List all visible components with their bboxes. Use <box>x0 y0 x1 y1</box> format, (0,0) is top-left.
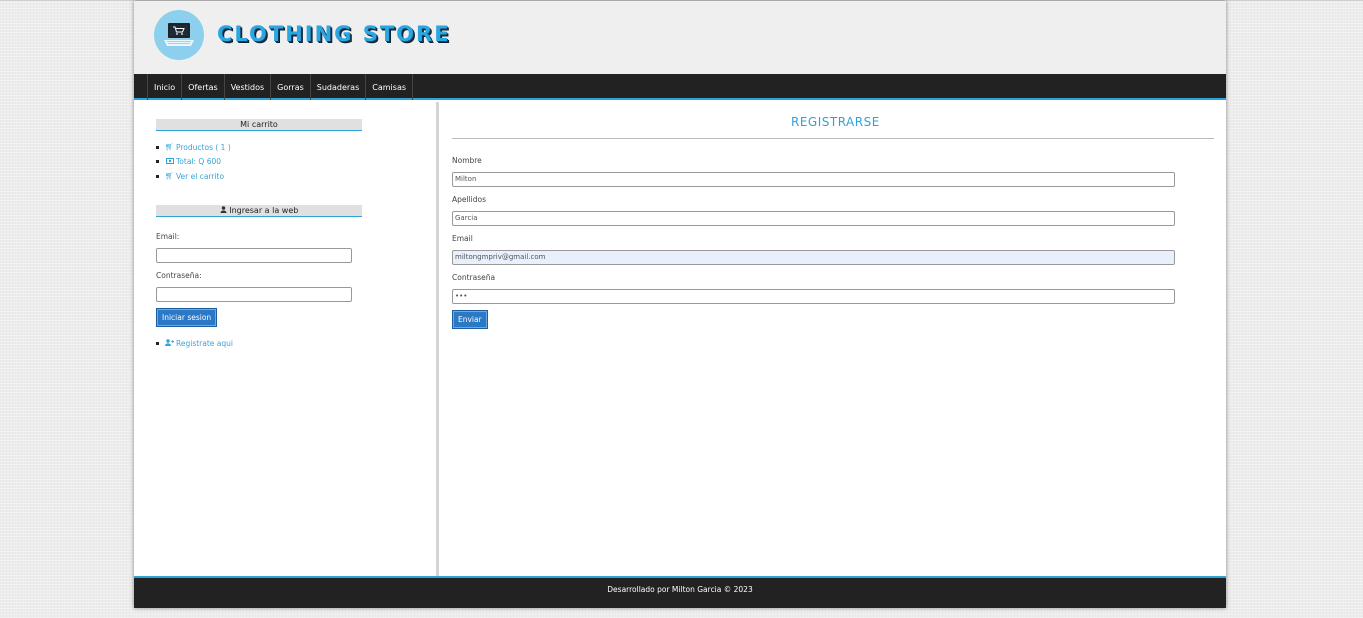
register-link-list: Registrate aqui <box>156 336 233 351</box>
cart-icon: 🛒︎ <box>165 143 174 152</box>
user-plus-icon <box>165 339 174 348</box>
password-input[interactable]: ••• <box>452 289 1175 304</box>
apellidos-input[interactable]: Garcia <box>452 211 1175 226</box>
cart-title: Mi carrito <box>156 119 362 131</box>
login-title-label: Ingresar a la web <box>229 206 299 215</box>
bullet <box>156 160 159 164</box>
bullet <box>156 145 159 149</box>
logo-icon[interactable] <box>154 10 204 60</box>
cart-icon: 🛒︎ <box>165 172 174 181</box>
user-icon <box>220 206 230 215</box>
nav-item-camisas[interactable]: Camisas <box>365 74 414 100</box>
login-password-input[interactable] <box>156 287 352 302</box>
cart-total-label: Total: Q 600 <box>176 157 222 167</box>
site-title: CLOTHING STORE <box>217 22 451 46</box>
login-email-label: Email: <box>156 232 180 241</box>
sidebar: Mi carrito 🛒︎ Productos ( 1 ) Total: Q 6… <box>134 102 439 576</box>
main-nav: Inicio Ofertas Vestidos Gorras Sudaderas… <box>134 74 1226 100</box>
bullet <box>156 174 159 178</box>
cart-list: 🛒︎ Productos ( 1 ) Total: Q 600 🛒︎ Ver e… <box>156 140 231 184</box>
login-title: Ingresar a la web <box>156 205 362 217</box>
submit-button[interactable]: Enviar <box>452 310 488 329</box>
money-icon <box>165 157 174 166</box>
page-title: REGISTRARSE <box>791 115 880 129</box>
nav-item-sudaderas[interactable]: Sudaderas <box>309 74 367 100</box>
divider <box>452 138 1214 139</box>
nav-item-gorras[interactable]: Gorras <box>270 74 311 100</box>
footer: Desarrollado por Milton Garcia © 2023 <box>134 576 1226 608</box>
view-cart-label: Ver el carrito <box>176 171 225 181</box>
footer-text: Desarrollado por Milton Garcia © 2023 <box>607 585 753 594</box>
password-label: Contraseña <box>452 273 496 282</box>
cart-item-view[interactable]: 🛒︎ Ver el carrito <box>156 169 231 184</box>
email-input[interactable]: miltongmpriv@gmail.com <box>452 250 1175 265</box>
main-content: REGISTRARSE Nombre Milton Apellidos Garc… <box>439 102 1226 576</box>
register-link[interactable]: Registrate aqui <box>156 336 233 351</box>
nombre-input[interactable]: Milton <box>452 172 1175 187</box>
nav-item-inicio[interactable]: Inicio <box>147 74 183 100</box>
email-label: Email <box>452 234 473 243</box>
laptop-cart-icon <box>164 23 194 46</box>
login-password-label: Contraseña: <box>156 271 202 280</box>
page-wrapper: CLOTHING STORE Inicio Ofertas Vestidos G… <box>134 1 1226 608</box>
nav-item-ofertas[interactable]: Ofertas <box>181 74 225 100</box>
cart-products-label: Productos ( 1 ) <box>176 142 231 152</box>
login-button[interactable]: Iniciar sesion <box>156 308 218 327</box>
header: CLOTHING STORE <box>134 1 1226 74</box>
cart-item-products[interactable]: 🛒︎ Productos ( 1 ) <box>156 140 231 155</box>
apellidos-label: Apellidos <box>452 195 487 204</box>
nav-item-vestidos[interactable]: Vestidos <box>223 74 272 100</box>
register-link-label: Registrate aqui <box>176 338 233 348</box>
nombre-label: Nombre <box>452 156 482 165</box>
bullet <box>156 341 159 345</box>
cart-item-total[interactable]: Total: Q 600 <box>156 155 231 170</box>
login-email-input[interactable] <box>156 248 352 263</box>
